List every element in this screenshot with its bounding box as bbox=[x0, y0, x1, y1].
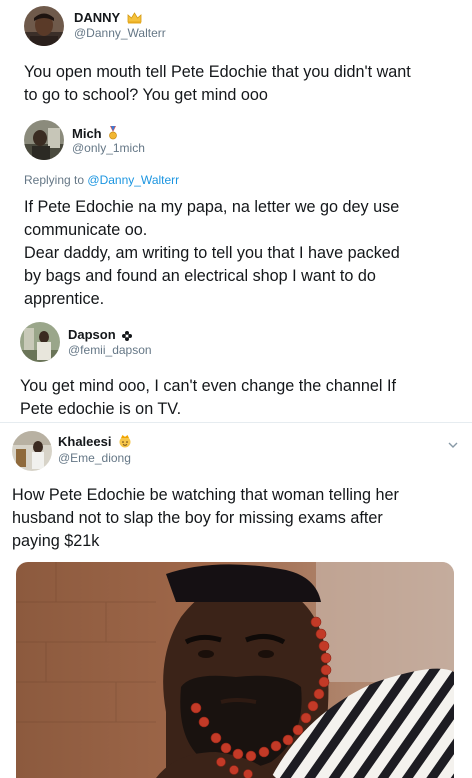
crown-icon bbox=[127, 12, 142, 27]
chevron-down-icon[interactable] bbox=[448, 437, 458, 448]
flower-icon bbox=[122, 329, 133, 344]
tweet-khaleesi[interactable]: Khaleesi @Eme_diong How Pete Edochie be … bbox=[0, 423, 472, 778]
tweet-text: How Pete Edochie be watching that woman … bbox=[12, 486, 399, 550]
tweet-mich[interactable]: Mich @only_1mich Replying to @Danny_Walt… bbox=[0, 112, 472, 312]
avatar[interactable] bbox=[20, 322, 60, 362]
tweet-media-photo[interactable] bbox=[16, 562, 454, 778]
display-name[interactable]: DANNY bbox=[74, 10, 142, 27]
tweet-text: You open mouth tell Pete Edochie that yo… bbox=[24, 63, 411, 104]
tweet-text: You get mind ooo, I can't even change th… bbox=[20, 377, 396, 418]
princess-icon bbox=[118, 434, 132, 451]
avatar[interactable] bbox=[24, 120, 64, 160]
mention-link[interactable]: @Danny_Walterr bbox=[87, 173, 179, 187]
handle[interactable]: @only_1mich bbox=[72, 141, 145, 155]
replying-to: Replying to @Danny_Walterr bbox=[24, 173, 180, 187]
tweet-danny[interactable]: DANNY @Danny_Walterr You open mouth tell… bbox=[0, 0, 472, 122]
display-name[interactable]: Khaleesi bbox=[58, 434, 132, 451]
handle[interactable]: @femii_dapson bbox=[68, 343, 152, 357]
tweet-text: If Pete Edochie na my papa, na letter we… bbox=[24, 198, 400, 308]
avatar[interactable] bbox=[12, 431, 52, 471]
handle[interactable]: @Danny_Walterr bbox=[74, 26, 166, 40]
tweet-dapson[interactable]: Dapson @femii_dapson You get mind ooo, I… bbox=[0, 318, 472, 422]
display-name[interactable]: Dapson bbox=[68, 327, 133, 344]
handle[interactable]: @Eme_diong bbox=[58, 451, 131, 465]
avatar[interactable] bbox=[24, 6, 64, 46]
